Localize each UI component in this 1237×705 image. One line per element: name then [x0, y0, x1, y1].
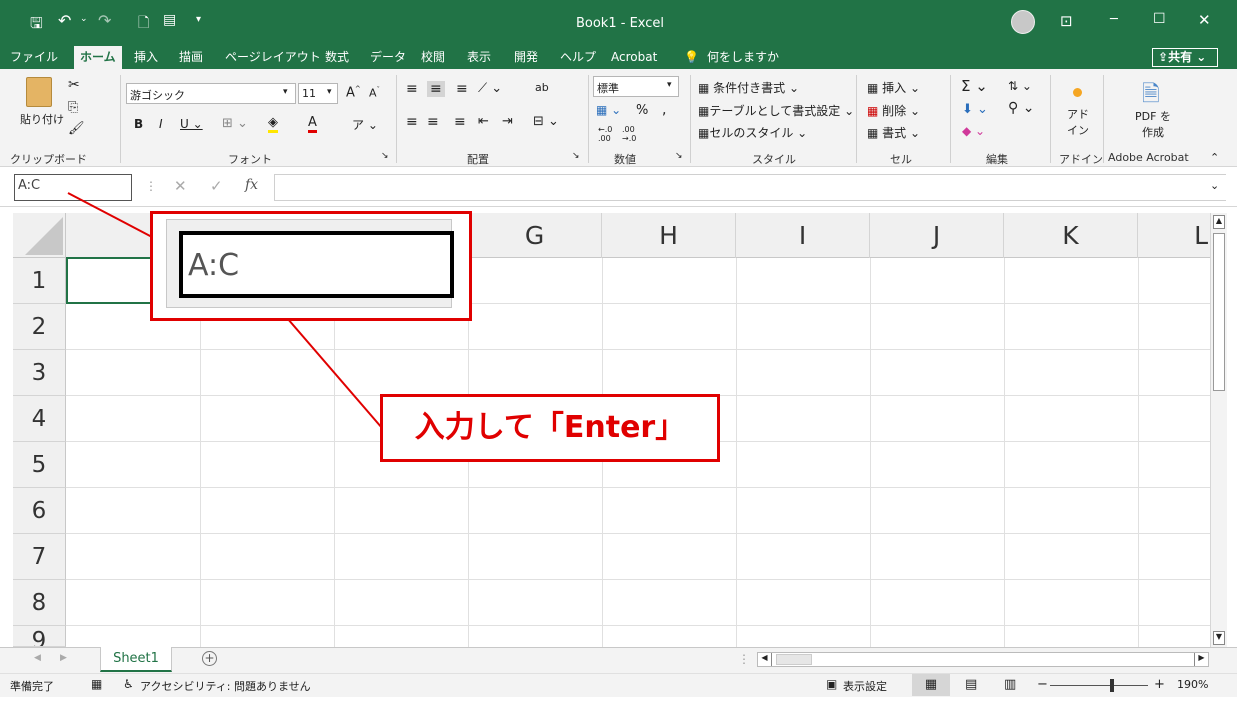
display-settings-icon[interactable]: ▣ — [826, 677, 837, 691]
accessibility-icon[interactable]: ♿ — [123, 677, 134, 691]
zoom-out-icon[interactable]: − — [1037, 677, 1048, 692]
status-ready: 準備完了 — [10, 680, 54, 693]
sheet-tab-bar: ◀ ▶ Sheet1 + ⋮ ◀ ▶ — [0, 647, 1237, 673]
normal-view-icon[interactable]: ▦ — [912, 674, 950, 696]
sheet-tab-label: Sheet1 — [113, 651, 159, 666]
scroll-left-icon[interactable]: ◀ — [758, 653, 772, 666]
h-scroll-thumb[interactable] — [776, 654, 812, 665]
sheet-prev-icon[interactable]: ◀ — [34, 653, 41, 663]
zoom-slider-thumb[interactable] — [1110, 679, 1114, 692]
sheet-next-icon[interactable]: ▶ — [60, 653, 67, 663]
sheet-tab-sheet1[interactable]: Sheet1 — [100, 647, 172, 672]
add-sheet-icon[interactable]: + — [202, 651, 217, 666]
accessibility-status[interactable]: アクセシビリティ: 問題ありません — [140, 678, 311, 694]
zoom-slider-track[interactable] — [1050, 685, 1148, 686]
scroll-right-icon[interactable]: ▶ — [1194, 653, 1208, 666]
macro-record-icon[interactable]: ▦ — [91, 677, 102, 691]
instruction-callout: 入力して「Enter」 — [380, 394, 720, 462]
horizontal-scrollbar[interactable]: ◀ ▶ — [757, 652, 1209, 667]
page-break-view-icon[interactable]: ▥ — [1004, 677, 1016, 692]
zoom-name-box-text: A:C — [188, 248, 240, 283]
callout-connectors — [67, 192, 383, 429]
zoom-level[interactable]: 190% — [1177, 678, 1208, 691]
status-bar: 準備完了 ▦ ♿ アクセシビリティ: 問題ありません ▣ 表示設定 ▦ ▤ ▥ … — [0, 673, 1237, 697]
tab-split-handle[interactable]: ⋮ — [738, 652, 750, 666]
page-layout-view-icon[interactable]: ▤ — [965, 677, 977, 692]
instruction-text: 入力して「Enter」 — [414, 410, 686, 445]
callout-leader-line — [67, 192, 153, 238]
display-settings-label[interactable]: 表示設定 — [843, 678, 887, 694]
zoom-callout-frame: A:C — [150, 211, 472, 321]
zoom-name-box: A:C — [179, 231, 454, 298]
zoom-in-icon[interactable]: + — [1154, 677, 1165, 692]
